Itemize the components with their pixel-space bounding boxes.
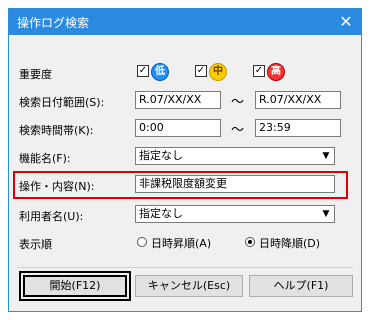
importance-high-checkbox[interactable]: ✓ — [253, 65, 265, 77]
date-range-separator: ～ — [231, 95, 245, 110]
sort-descending-radio[interactable] — [245, 237, 255, 247]
sort-descending-label[interactable]: 日時降順(D) — [259, 235, 320, 251]
chevron-down-icon: ▼ — [322, 151, 330, 161]
function-name-value: 指定なし — [139, 149, 183, 162]
cancel-button[interactable]: キャンセル(Esc) — [135, 275, 243, 297]
operation-log-search-dialog: 操作ログ検索 ✕ 重要度 ✓ 低 ✓ 中 ✓ 高 検索日付範囲(S): R.07… — [8, 8, 362, 312]
help-button[interactable]: ヘルプ(F1) — [249, 275, 353, 297]
time-range-label: 検索時間帯(K): — [19, 124, 94, 137]
sort-order-label: 表示順 — [19, 238, 52, 251]
importance-mid-icon: 中 — [209, 63, 227, 81]
user-name-select[interactable]: 指定なし ▼ — [135, 205, 335, 223]
time-to-field[interactable]: 23:59 — [255, 119, 341, 137]
user-name-label: 利用者名(U): — [19, 210, 84, 223]
date-range-label: 検索日付範囲(S): — [19, 96, 105, 109]
chevron-down-icon: ▼ — [322, 209, 330, 219]
time-from-field[interactable]: 0:00 — [135, 119, 221, 137]
function-name-select[interactable]: 指定なし ▼ — [135, 147, 335, 165]
sort-ascending-label[interactable]: 日時昇順(A) — [151, 235, 211, 251]
operation-field[interactable]: 非課税限度額変更 — [135, 175, 335, 193]
start-button[interactable]: 開始(F12) — [23, 275, 127, 297]
function-name-label: 機能名(F): — [19, 152, 71, 165]
importance-mid-checkbox[interactable]: ✓ — [195, 65, 207, 77]
dialog-title: 操作ログ検索 — [17, 16, 90, 30]
importance-low-icon: 低 — [151, 63, 169, 81]
close-icon[interactable]: ✕ — [331, 9, 361, 35]
importance-high-icon: 高 — [267, 63, 285, 81]
date-to-field[interactable]: R.07/XX/XX — [255, 91, 341, 109]
sort-ascending-radio[interactable] — [137, 237, 147, 247]
title-bar: 操作ログ検索 ✕ — [9, 9, 361, 35]
user-name-value: 指定なし — [139, 207, 183, 220]
operation-label: 操作・内容(N): — [19, 180, 95, 193]
divider — [17, 267, 353, 268]
date-from-field[interactable]: R.07/XX/XX — [135, 91, 221, 109]
importance-label: 重要度 — [19, 68, 52, 81]
time-range-separator: ～ — [231, 123, 245, 138]
importance-low-checkbox[interactable]: ✓ — [137, 65, 149, 77]
